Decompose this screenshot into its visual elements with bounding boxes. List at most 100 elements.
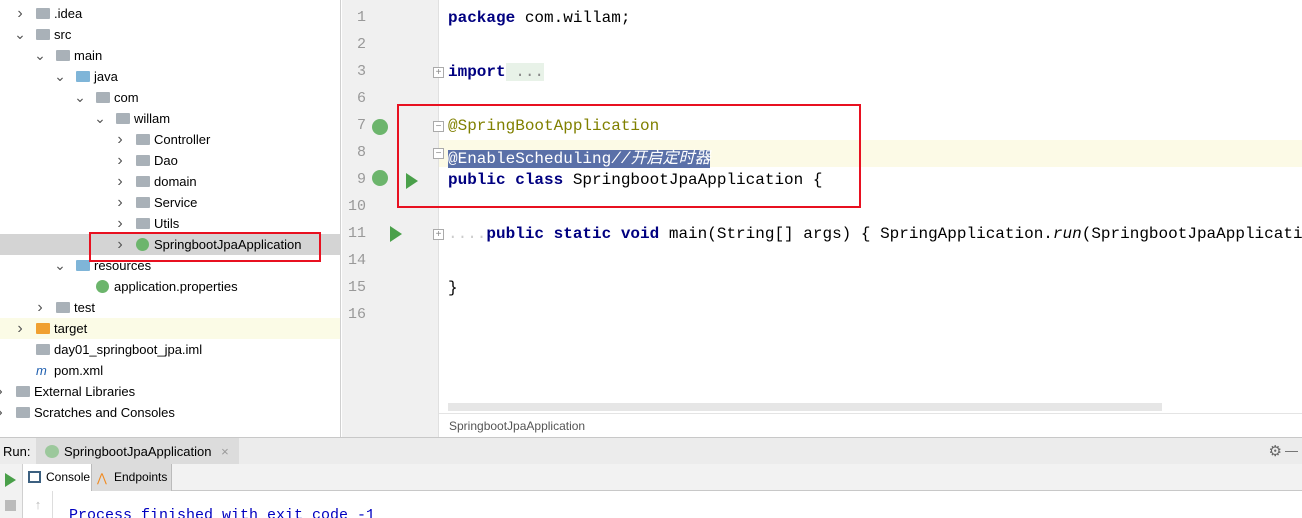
code-line-11: ....public static void main(String[] arg… xyxy=(448,225,1302,243)
tree-item[interactable]: › External Libraries xyxy=(0,381,340,402)
folder-icon xyxy=(56,302,70,313)
chevron-right-icon[interactable]: › xyxy=(0,402,6,423)
folded-imports[interactable]: ... xyxy=(505,63,545,81)
maven-icon: m xyxy=(36,363,47,378)
tree-item-label: External Libraries xyxy=(34,384,136,399)
package-icon xyxy=(136,197,150,208)
rerun-icon[interactable] xyxy=(5,473,16,487)
code-line-3: import ... xyxy=(448,63,545,81)
tree-item-label: .idea xyxy=(54,6,83,21)
tree-item[interactable]: › Controller xyxy=(0,129,340,150)
tree-item-label: target xyxy=(54,321,88,336)
close-icon[interactable]: × xyxy=(221,444,229,459)
chevron-down-icon[interactable]: ⌄ xyxy=(54,255,66,276)
line-number: 16 xyxy=(347,306,366,323)
package-icon xyxy=(136,155,150,166)
tree-item[interactable]: › Scratches and Consoles xyxy=(0,402,340,423)
run-tab-label: SpringbootJpaApplication xyxy=(64,444,212,459)
tree-item[interactable]: day01_springboot_jpa.iml xyxy=(0,339,340,360)
excluded-folder-icon xyxy=(36,323,50,334)
tree-item-label: domain xyxy=(154,174,197,189)
chevron-right-icon[interactable]: › xyxy=(114,213,126,234)
console-icon xyxy=(28,471,41,483)
code-editor[interactable]: 1 2 3 6 7 8 9 10 11 14 15 16 + − − + package com.wi… xyxy=(342,0,1302,437)
line-number: 10 xyxy=(347,198,366,215)
highlight-box xyxy=(89,232,321,262)
fold-expand-icon[interactable]: + xyxy=(433,229,444,240)
tree-item[interactable]: application.properties xyxy=(0,276,340,297)
tree-item[interactable]: › target xyxy=(0,318,340,339)
tree-item[interactable]: › Dao xyxy=(0,150,340,171)
minimize-icon[interactable]: — xyxy=(1285,443,1298,458)
chevron-right-icon[interactable]: › xyxy=(114,150,126,171)
tree-item-label: Service xyxy=(154,195,198,210)
console-output[interactable]: Process finished with exit code -1 xyxy=(52,491,1302,518)
run-subtabs: Console ⋀ Endpoints xyxy=(24,464,1302,491)
chevron-right-icon[interactable]: › xyxy=(114,129,126,150)
tree-item[interactable]: ⌄ src xyxy=(0,24,340,45)
run-side-toolbar xyxy=(0,464,23,518)
code-text: main(String[] args) { SpringApplication. xyxy=(659,225,1053,243)
spring-bean-icon[interactable] xyxy=(372,119,388,135)
endpoints-icon: ⋀ xyxy=(97,471,107,485)
tree-item-label: java xyxy=(94,69,118,84)
tree-item-label: test xyxy=(74,300,95,315)
tab-label: Console xyxy=(46,470,91,484)
scroll-up-icon[interactable]: ↑ xyxy=(24,491,52,518)
code-text: (SpringbootJpaApplication.c xyxy=(1081,225,1302,243)
line-number: 7 xyxy=(356,117,366,134)
highlight-box xyxy=(397,104,861,208)
chevron-right-icon[interactable]: › xyxy=(114,171,126,192)
chevron-right-icon[interactable]: › xyxy=(14,3,26,24)
chevron-down-icon[interactable]: ⌄ xyxy=(74,87,86,108)
package-icon xyxy=(136,134,150,145)
gear-icon[interactable]: ⚙ xyxy=(1269,442,1282,460)
code-line-1: package com.willam; xyxy=(448,9,630,27)
folder-icon xyxy=(36,8,50,19)
breadcrumb[interactable]: SpringbootJpaApplication xyxy=(439,413,1302,437)
fold-expand-icon[interactable]: + xyxy=(433,67,444,78)
chevron-down-icon[interactable]: ⌄ xyxy=(54,66,66,87)
chevron-right-icon[interactable]: › xyxy=(0,381,6,402)
horizontal-scrollbar[interactable] xyxy=(448,403,1162,411)
code-text: com.willam; xyxy=(515,9,631,27)
chevron-right-icon[interactable]: › xyxy=(14,318,26,339)
scratches-icon xyxy=(16,407,30,418)
line-number: 11 xyxy=(347,225,366,242)
chevron-down-icon[interactable]: ⌄ xyxy=(14,24,26,45)
package-icon xyxy=(136,176,150,187)
tree-item[interactable]: › Service xyxy=(0,192,340,213)
tab-console[interactable]: Console xyxy=(24,464,92,491)
chevron-right-icon[interactable]: › xyxy=(114,192,126,213)
tree-item[interactable]: › .idea xyxy=(0,3,340,24)
chevron-down-icon[interactable]: ⌄ xyxy=(34,45,46,66)
tree-item[interactable]: › test xyxy=(0,297,340,318)
run-icon[interactable] xyxy=(390,226,402,242)
source-folder-icon xyxy=(76,71,90,82)
method-name: run xyxy=(1052,225,1082,243)
spring-icon xyxy=(45,445,59,458)
chevron-right-icon[interactable]: › xyxy=(34,297,46,318)
folder-icon xyxy=(36,29,50,40)
keyword: package xyxy=(448,9,516,27)
stop-icon[interactable] xyxy=(5,500,16,511)
tree-item[interactable]: › domain xyxy=(0,171,340,192)
tab-label: Endpoints xyxy=(114,470,168,484)
tree-item[interactable]: ⌄ java xyxy=(0,66,340,87)
chevron-down-icon[interactable]: ⌄ xyxy=(94,108,106,129)
libraries-icon xyxy=(16,386,30,397)
console-text: Process finished with exit code -1 xyxy=(69,507,376,518)
tree-item[interactable]: m pom.xml xyxy=(0,360,340,381)
tree-item[interactable]: › Utils xyxy=(0,213,340,234)
tab-endpoints[interactable]: ⋀ Endpoints xyxy=(92,464,172,491)
run-label: Run: xyxy=(3,444,31,459)
tree-item-label: Controller xyxy=(154,132,211,147)
tree-item[interactable]: ⌄ willam xyxy=(0,108,340,129)
tree-item[interactable]: ⌄ main xyxy=(0,45,340,66)
line-number: 9 xyxy=(356,171,366,188)
run-tab[interactable]: SpringbootJpaApplication × xyxy=(36,438,239,465)
tree-item-label: willam xyxy=(134,111,171,126)
tree-item[interactable]: ⌄ com xyxy=(0,87,340,108)
project-tree: › .idea ⌄ src ⌄ main ⌄ java ⌄ com ⌄ willam › Controll… xyxy=(0,0,341,437)
spring-class-icon[interactable] xyxy=(372,170,388,186)
